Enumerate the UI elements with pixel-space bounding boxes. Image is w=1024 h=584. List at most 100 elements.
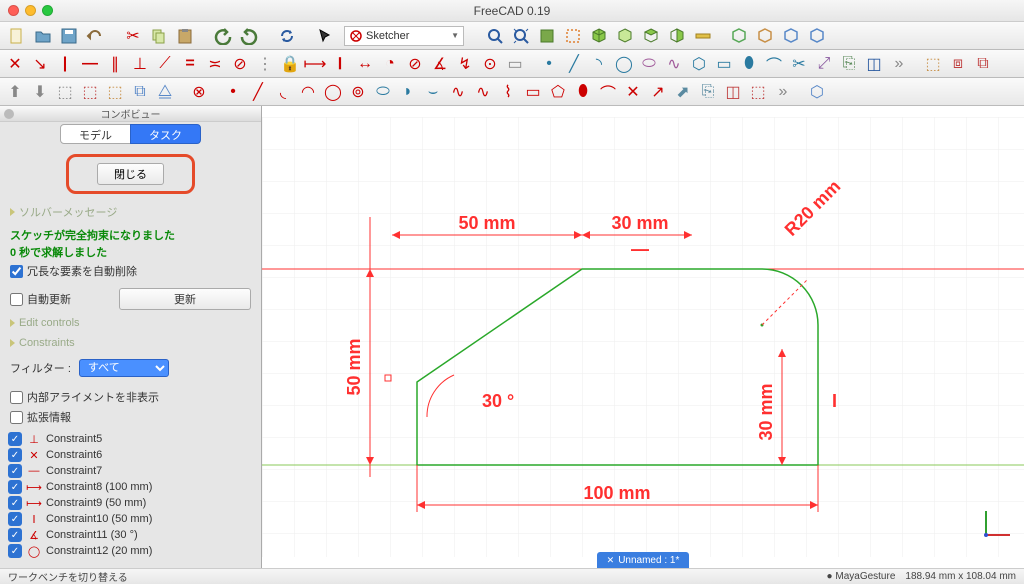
more2-icon[interactable]: » [772,81,794,103]
cr-arc3-icon[interactable]: ◠ [297,81,319,103]
checkbox-icon[interactable]: ✓ [8,544,22,558]
cursor-icon[interactable] [314,25,336,47]
block-icon[interactable]: ⊘ [229,53,251,75]
undo-arrow-icon[interactable] [212,25,234,47]
auto-update-check[interactable]: 自動更新 [10,289,71,309]
dim-bottom[interactable]: 100 mm [583,483,650,503]
document-tab[interactable]: ✕ Unnamed : 1* [597,552,690,568]
redo-arrow-icon[interactable] [238,25,260,47]
cr-external-icon[interactable]: ⬈ [672,81,694,103]
dim-right[interactable]: 30 mm [756,383,776,440]
refresh-icon[interactable] [276,25,298,47]
cr-rect-icon[interactable]: ▭ [522,81,544,103]
constraint-row[interactable]: ✓⊥Constraint5 [6,431,255,447]
cr-circle3-icon[interactable]: ⊚ [347,81,369,103]
toggle-ref-icon[interactable]: ▭ [504,53,526,75]
dist-icon[interactable]: ↔ [354,53,376,75]
geo-point-icon[interactable]: • [538,53,560,75]
perpendicular-icon[interactable]: ⊥ [129,53,151,75]
measure-icon[interactable] [692,25,714,47]
constraint-row[interactable]: ✓—Constraint7 [6,463,255,479]
horizontal-icon[interactable]: — [79,53,101,75]
constraint-row[interactable]: ✓◯Constraint12 (20 mm) [6,543,255,559]
vertical-icon[interactable]: | [54,53,76,75]
checkbox-icon[interactable]: ✓ [8,512,22,526]
part-cone-icon[interactable] [806,25,828,47]
part-sphere-icon[interactable] [780,25,802,47]
radius-icon[interactable]: ◔ [379,53,401,75]
sel-constr-icon[interactable]: ⧈ [947,53,969,75]
coincident-icon[interactable]: ✕ [4,53,26,75]
geo-fillet-icon[interactable]: ⌒ [763,53,785,75]
solver-section[interactable]: ソルバーメッセージ [0,200,261,224]
bbox-icon[interactable] [562,25,584,47]
cr-polyln-icon[interactable]: ⌇ [497,81,519,103]
sel-assoc-icon[interactable]: ⧉ [972,53,994,75]
zoom-all-icon[interactable] [510,25,532,47]
symmetric-icon[interactable]: ≍ [204,53,226,75]
cr-carbon-icon[interactable]: ⎘ [697,81,719,103]
dim-top1[interactable]: 50 mm [458,213,515,233]
cr-circle-icon[interactable]: ◯ [322,81,344,103]
constraint-row[interactable]: ✓∡Constraint11 (30 °) [6,527,255,543]
edit-controls-section[interactable]: Edit controls [0,313,261,333]
constraint-row[interactable]: ✓⟼Constraint8 (100 mm) [6,479,255,495]
val-sketch-icon[interactable]: ⬚ [104,81,126,103]
checkbox-icon[interactable]: ✓ [8,496,22,510]
cr-point-icon[interactable]: • [222,81,244,103]
part-box-icon[interactable] [728,25,750,47]
save-file-icon[interactable] [58,25,80,47]
geo-circle-icon[interactable]: ◯ [613,53,635,75]
open-file-icon[interactable] [32,25,54,47]
constraint-row[interactable]: ✓⟼Constraint9 (50 mm) [6,495,255,511]
constraint-row[interactable]: ✓ⅠConstraint10 (50 mm) [6,511,255,527]
distx-icon[interactable]: ⟼ [304,53,326,75]
cr-constr-icon[interactable]: ⬚ [747,81,769,103]
diam-icon[interactable]: ⊘ [404,53,426,75]
equal-icon[interactable]: = [179,53,201,75]
more-icon[interactable]: » [888,53,910,75]
new-file-icon[interactable] [6,25,28,47]
geo-ext-icon[interactable]: ⤢ [813,53,835,75]
geo-line-icon[interactable]: ╱ [563,53,585,75]
parallel-icon[interactable]: ∥ [104,53,126,75]
doc-close-icon[interactable]: ✕ [607,555,615,566]
tangent-icon[interactable]: ⟋ [154,53,176,75]
map-sketch-icon[interactable]: ⬚ [54,81,76,103]
cr-line-icon[interactable]: ╱ [247,81,269,103]
view-iso-icon[interactable] [588,25,610,47]
cr-extend-icon[interactable]: ↗ [647,81,669,103]
constraints-section[interactable]: Constraints [0,333,261,353]
geo-constr-icon[interactable]: ◫ [863,53,885,75]
lock-icon[interactable]: 🔒 [279,53,301,75]
copy-icon[interactable] [148,25,170,47]
angle-icon[interactable]: ∡ [429,53,451,75]
zoom-fit-icon[interactable] [484,25,506,47]
checkbox-icon[interactable]: ✓ [8,480,22,494]
workbench-selector[interactable]: Sketcher ▼ [344,26,464,46]
stop-icon[interactable]: ⊗ [188,81,210,103]
cr-bspline2-icon[interactable]: ∿ [472,81,494,103]
cr-poly-icon[interactable]: ⬠ [547,81,569,103]
checkbox-icon[interactable]: ✓ [8,528,22,542]
panel-close-icon[interactable] [4,109,14,119]
draw-style-icon[interactable] [536,25,558,47]
reor-sketch-icon[interactable]: ⬚ [79,81,101,103]
cr-bspline-icon[interactable]: ∿ [447,81,469,103]
checkbox-icon[interactable]: ✓ [8,448,22,462]
cr-trim-icon[interactable]: ✕ [622,81,644,103]
geo-slot-icon[interactable]: ⬮ [738,53,760,75]
cut-icon[interactable]: ✂ [122,25,144,47]
sketch-canvas[interactable]: 50 mm 30 mm — 50 mm 30 ° R20 mm 30 mm I … [262,106,1024,568]
geo-bspline-icon[interactable]: ∿ [663,53,685,75]
mirror-icon[interactable]: ⧋ [154,81,176,103]
nav-style[interactable]: ● MayaGesture [827,571,896,582]
update-button[interactable]: 更新 [119,288,251,310]
cr-ellarc-icon[interactable]: ◗ [397,81,419,103]
tab-model[interactable]: モデル [60,124,131,144]
constraint-row[interactable]: ✓✕Constraint6 [6,447,255,463]
view-front-icon[interactable] [614,25,636,47]
point-on-icon[interactable]: ↘ [29,53,51,75]
view-sketch-icon[interactable]: ⬇ [29,81,51,103]
geo-poly-icon[interactable]: ⬡ [688,53,710,75]
